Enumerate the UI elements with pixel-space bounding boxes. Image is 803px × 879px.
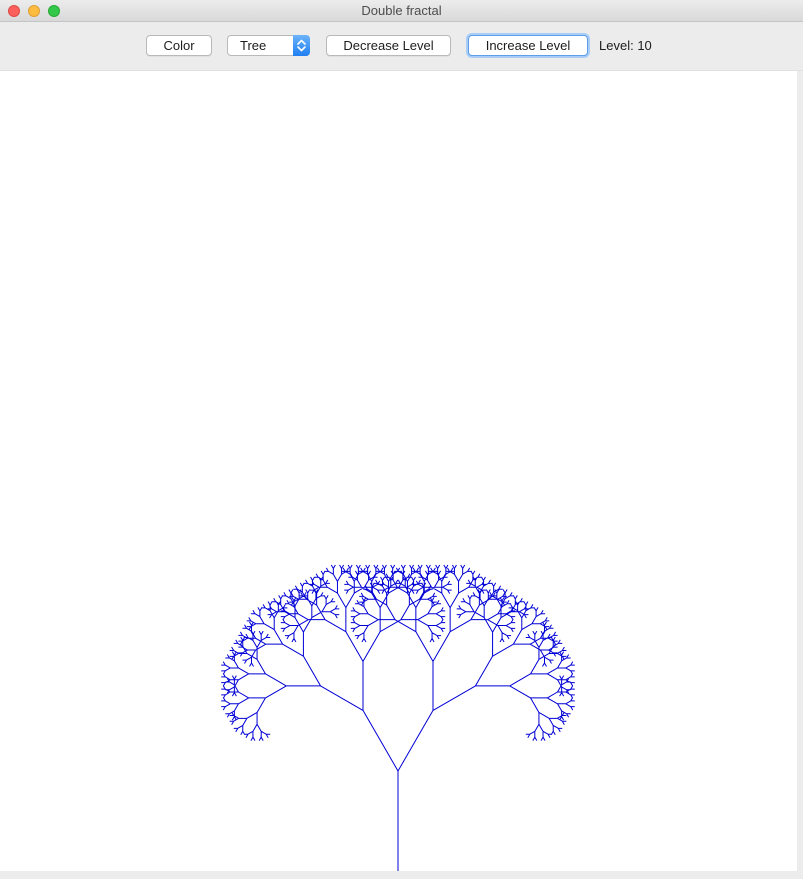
toolbar: Color Tree Decrease Level Increase Level… [0, 22, 803, 71]
window-title: Double fractal [361, 3, 442, 18]
fractal-tree-drawing [221, 564, 575, 871]
color-button[interactable]: Color [146, 35, 212, 56]
increase-level-button[interactable]: Increase Level [468, 35, 588, 56]
decrease-level-button[interactable]: Decrease Level [326, 35, 451, 56]
app-window: Double fractal Color Tree Decrease Level… [0, 0, 803, 879]
shape-select[interactable]: Tree [227, 35, 310, 56]
level-value: 10 [637, 38, 652, 53]
tree-branches [221, 564, 575, 871]
title-bar[interactable]: Double fractal [0, 0, 803, 22]
level-prefix: Level: [599, 38, 634, 53]
window-edge [797, 71, 803, 879]
fractal-canvas[interactable] [0, 71, 797, 871]
select-arrows-icon [293, 35, 310, 56]
window-bottom-edge [0, 871, 803, 879]
shape-select-value: Tree [240, 38, 267, 53]
level-indicator: Level: 10 [599, 38, 652, 53]
